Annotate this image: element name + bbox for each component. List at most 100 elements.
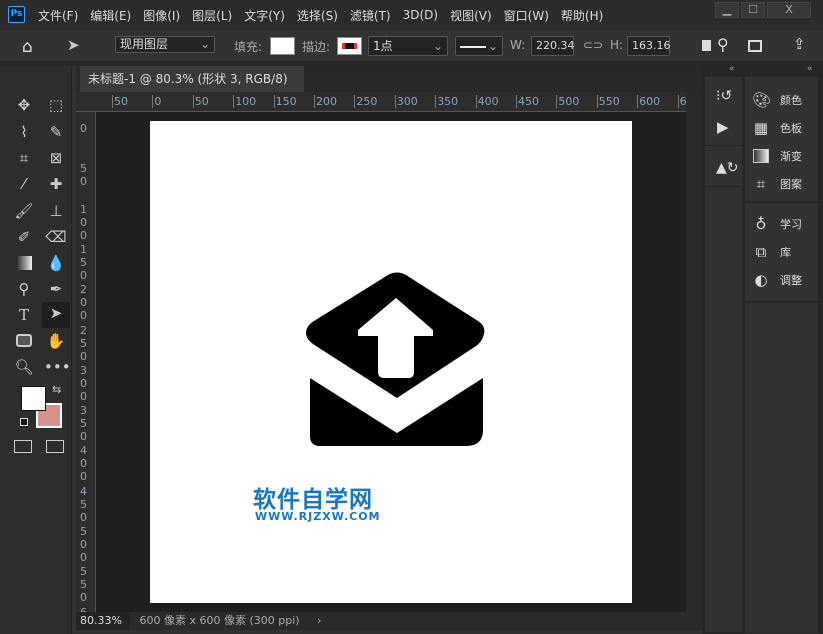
ruler-label: 300 xyxy=(80,364,88,403)
panel-label: 颜色 xyxy=(780,92,802,108)
width-label: W: xyxy=(510,38,525,52)
panel-label: 色板 xyxy=(780,120,802,136)
ruler-label: 550 xyxy=(597,95,620,108)
gradient-tool-icon[interactable] xyxy=(12,252,36,274)
eyedropper-tool-icon[interactable]: ⁄ xyxy=(12,173,36,195)
ruler-label: 50 xyxy=(193,95,209,108)
lightbulb-icon: ♁ xyxy=(752,215,770,233)
panel-adjustments[interactable]: ◐调整 xyxy=(752,268,818,292)
menu-image[interactable]: 图像(I) xyxy=(143,7,186,24)
panel-label: 调整 xyxy=(780,272,802,288)
history-states-icon[interactable]: ▲↻ xyxy=(716,160,739,176)
title-bar: Ps 文件(F) 编辑(E) 图像(I) 图层(L) 文字(Y) 选择(S) 滤… xyxy=(0,0,823,30)
screen-mode-icon[interactable] xyxy=(46,440,64,453)
minimize-button[interactable]: ▁ xyxy=(715,2,739,18)
blur-tool-icon[interactable]: 💧 xyxy=(44,252,68,274)
panel-label: 库 xyxy=(780,244,791,260)
healing-brush-tool-icon[interactable]: ✚ xyxy=(44,173,68,195)
ruler-label: 350 xyxy=(435,95,458,108)
menu-help[interactable]: 帮助(H) xyxy=(561,7,609,24)
vertical-scrollbar[interactable] xyxy=(686,92,702,612)
default-colors-icon[interactable] xyxy=(20,418,28,426)
stroke-width-input[interactable]: 1点⌄ xyxy=(368,36,448,56)
panel-patterns[interactable]: ⌗图案 xyxy=(752,172,818,196)
maximize-button[interactable]: ☐ xyxy=(741,2,765,18)
foreground-color-swatch[interactable] xyxy=(21,386,46,411)
stamp-tool-icon[interactable]: ⊥ xyxy=(44,200,68,222)
horizontal-ruler: 5005010015020025030035040045050055060065 xyxy=(76,92,688,112)
ruler-label: 250 xyxy=(80,324,88,363)
pen-tool-icon[interactable]: ✒ xyxy=(44,278,68,300)
menu-window[interactable]: 窗口(W) xyxy=(504,7,555,24)
panel-gradients[interactable]: 渐变 xyxy=(752,144,818,168)
actions-play-icon[interactable]: ▶ xyxy=(717,118,729,136)
home-icon[interactable]: ⌂ xyxy=(22,37,33,57)
menu-filter[interactable]: 滤镜(T) xyxy=(350,7,397,24)
ruler-label: 550 xyxy=(80,565,88,604)
zoom-tool-icon[interactable]: 🔍︎ xyxy=(12,356,36,378)
ruler-label: 200 xyxy=(80,283,88,322)
search-icon[interactable]: ⚲ xyxy=(717,35,729,54)
menu-type[interactable]: 文字(Y) xyxy=(244,7,291,24)
move-tool-preset-icon[interactable]: ➤ xyxy=(67,36,80,54)
lasso-tool-icon[interactable]: ⌇ xyxy=(12,121,36,143)
history-brush-tool-icon[interactable]: ✐ xyxy=(12,226,36,248)
stroke-swatch[interactable] xyxy=(337,37,362,55)
collapse-panels-icon[interactable]: « xyxy=(807,64,813,74)
ruler-label: 400 xyxy=(80,444,88,483)
marquee-tool-icon[interactable]: ⬚ xyxy=(44,94,68,116)
workspace-icon[interactable] xyxy=(748,40,762,52)
swap-colors-icon[interactable]: ⇆ xyxy=(52,383,61,396)
width-input[interactable]: 220.34 xyxy=(531,36,574,56)
more-tools-icon[interactable]: ••• xyxy=(44,356,68,378)
menu-file[interactable]: 文件(F) xyxy=(38,7,84,24)
layer-select-value: 现用图层 xyxy=(120,37,168,51)
menu-edit[interactable]: 编辑(E) xyxy=(90,7,137,24)
quick-mask-icon[interactable] xyxy=(14,440,32,453)
quick-select-tool-icon[interactable]: ✎ xyxy=(44,121,68,143)
watermark-url: WWW.RJZXW.COM xyxy=(255,510,381,523)
ruler-label: 450 xyxy=(80,485,88,524)
panel-swatches[interactable]: ▦ 色板 xyxy=(752,116,818,140)
ruler-label: 250 xyxy=(354,95,377,108)
frame-tool-icon[interactable]: ⊠ xyxy=(44,147,68,169)
rectangle-tool-icon[interactable] xyxy=(12,330,36,352)
zoom-level[interactable]: 80.33% xyxy=(76,612,130,630)
link-icon[interactable]: ⊂⊃ xyxy=(583,38,603,52)
height-input[interactable]: 163.16 xyxy=(627,36,670,56)
move-tool-icon[interactable]: ✥ xyxy=(12,94,36,116)
document-tab[interactable]: 未标题-1 @ 80.3% (形状 3, RGB/8) *× xyxy=(80,66,304,92)
type-tool-icon[interactable]: T xyxy=(12,304,36,326)
collapse-panels-icon[interactable]: « xyxy=(729,64,735,74)
ruler-label: 100 xyxy=(233,95,256,108)
dodge-tool-icon[interactable]: ⚲ xyxy=(12,278,36,300)
path-selection-tool-icon[interactable]: ➤ xyxy=(42,302,70,328)
eraser-tool-icon[interactable]: ⌫ xyxy=(44,226,68,248)
crop-tool-icon[interactable]: ⌗ xyxy=(12,147,36,169)
panel-libraries[interactable]: ⧉库 xyxy=(752,240,818,264)
envelope-upload-shape[interactable] xyxy=(300,268,490,450)
library-icon: ⧉ xyxy=(752,243,770,261)
status-bar: 80.33% 600 像素 x 600 像素 (300 ppi) › xyxy=(76,612,702,630)
ruler-label: 150 xyxy=(80,243,88,282)
layer-select-dropdown[interactable]: 现用图层⌄ xyxy=(115,36,215,53)
panel-color[interactable]: 🎨︎颜色 xyxy=(752,88,818,112)
swatches-grid-icon: ▦ xyxy=(752,119,770,137)
status-menu-arrow[interactable]: › xyxy=(317,614,321,627)
hand-tool-icon[interactable]: ✋ xyxy=(44,330,68,352)
stroke-type-dropdown[interactable]: ⌄ xyxy=(455,36,503,56)
close-button[interactable]: X xyxy=(767,2,811,18)
fill-swatch[interactable] xyxy=(270,37,295,55)
history-panel-icon[interactable]: ⁝↺ xyxy=(716,88,732,104)
menu-3d[interactable]: 3D(D) xyxy=(403,8,444,22)
ruler-label: 600 xyxy=(637,95,660,108)
align-edges-icon[interactable] xyxy=(702,40,711,51)
brush-tool-icon[interactable]: 🖌 xyxy=(12,200,36,222)
menu-layer[interactable]: 图层(L) xyxy=(192,7,238,24)
share-icon[interactable]: ⇪ xyxy=(793,35,806,53)
menu-select[interactable]: 选择(S) xyxy=(297,7,344,24)
ruler-label: 50 xyxy=(80,162,88,188)
panel-learn[interactable]: ♁学习 xyxy=(752,212,818,236)
menu-bar: 文件(F) 编辑(E) 图像(I) 图层(L) 文字(Y) 选择(S) 滤镜(T… xyxy=(38,0,615,30)
menu-view[interactable]: 视图(V) xyxy=(450,7,498,24)
